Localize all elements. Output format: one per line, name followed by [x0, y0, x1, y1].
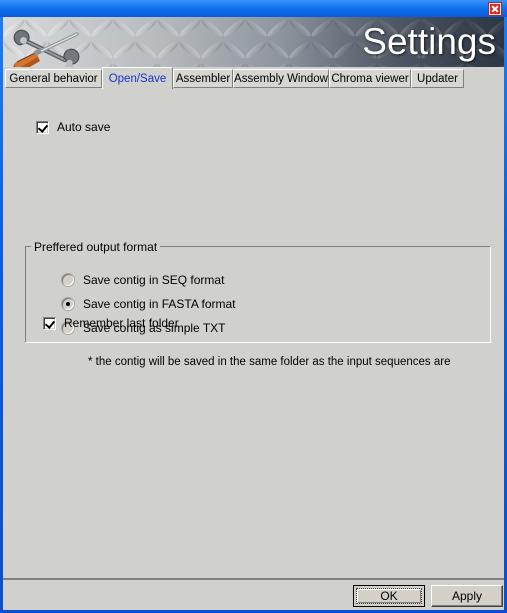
ok-button-inner: OK — [356, 588, 422, 604]
tab-updater[interactable]: Updater — [411, 69, 464, 88]
ok-button-label: OK — [380, 589, 398, 603]
tab-label: Chroma viewer — [331, 72, 409, 85]
radio-row-fasta[interactable]: Save contig in FASTA format — [62, 297, 236, 311]
settings-window: Settings General behavior Open/Save Asse… — [0, 0, 507, 613]
close-x-glyph — [490, 4, 500, 14]
tab-chroma-viewer[interactable]: Chroma viewer — [329, 69, 411, 88]
tab-general-behavior[interactable]: General behavior — [5, 69, 102, 88]
tab-strip: General behavior Open/Save Assembler Ass… — [3, 67, 504, 89]
radio-seq[interactable] — [62, 274, 74, 286]
auto-save-checkbox-row[interactable]: Auto save — [36, 120, 110, 134]
tab-label: General behavior — [9, 72, 98, 85]
tab-panel-open-save: Auto save Preffered output format Save c… — [3, 88, 504, 578]
tab-label: Assembly Window — [234, 72, 328, 85]
radio-fasta[interactable] — [62, 298, 74, 310]
tab-label: Assembler — [175, 72, 231, 85]
close-icon[interactable] — [488, 2, 502, 16]
tab-label: Updater — [417, 72, 458, 85]
tab-assembly-window[interactable]: Assembly Window — [233, 69, 329, 88]
page-title: Settings — [362, 21, 496, 62]
remember-last-folder-label: Remember last folder — [64, 316, 179, 330]
header-banner: Settings — [3, 17, 504, 67]
remember-last-folder-checkbox-row[interactable]: Remember last folder — [43, 316, 179, 330]
radio-label: Save contig in FASTA format — [83, 297, 236, 311]
ok-button[interactable]: OK — [353, 585, 425, 607]
radio-row-seq[interactable]: Save contig in SEQ format — [62, 273, 224, 287]
apply-button-label: Apply — [451, 589, 483, 603]
tab-label: Open/Save — [108, 72, 167, 85]
title-bar — [0, 0, 507, 17]
output-folder-note: * the contig will be saved in the same f… — [88, 356, 451, 368]
dialog-footer: OK Apply — [3, 580, 504, 610]
apply-button[interactable]: Apply — [431, 585, 503, 607]
group-title: Preffered output format — [31, 240, 161, 254]
auto-save-label: Auto save — [57, 120, 111, 134]
auto-save-checkbox[interactable] — [36, 120, 49, 134]
remember-last-folder-checkbox[interactable] — [43, 316, 56, 330]
tab-open-save[interactable]: Open/Save — [102, 67, 173, 89]
radio-label: Save contig in SEQ format — [83, 273, 225, 287]
tab-assembler[interactable]: Assembler — [173, 69, 233, 88]
